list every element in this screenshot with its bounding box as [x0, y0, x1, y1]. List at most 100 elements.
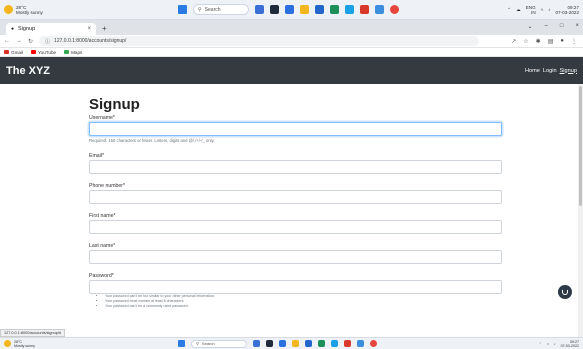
- folder-icon[interactable]: [300, 5, 309, 14]
- app-icon[interactable]: [318, 340, 325, 347]
- minimize-button[interactable]: –: [545, 23, 548, 30]
- close-tab-icon[interactable]: ×: [87, 26, 91, 32]
- password-help-item: Your password can't be a commonly used p…: [105, 304, 503, 309]
- last-name-group: Last name*: [89, 243, 503, 264]
- youtube-icon: [31, 50, 36, 54]
- app-icon[interactable]: [344, 340, 351, 347]
- bookmark-maps[interactable]: Maps: [64, 50, 82, 55]
- clock[interactable]: 09:27 07-03-2022: [561, 340, 579, 348]
- page-content: Signup Username* Required. 150 character…: [0, 84, 578, 337]
- weather-widget[interactable]: 28°C Mostly sunny: [4, 340, 76, 348]
- brand-logo[interactable]: The XYZ: [6, 65, 50, 77]
- reload-icon[interactable]: ↻: [28, 38, 33, 45]
- chevron-up-icon[interactable]: ⌃: [507, 7, 511, 13]
- taskbar-bottom: 28°C Mostly sunny ⚲ Search ⌃ ≈ ♪ 09:27 0…: [0, 337, 583, 349]
- lang-line2: IN: [531, 9, 536, 15]
- username-group: Username* Required. 150 characters or fe…: [89, 115, 503, 144]
- app-icon[interactable]: [345, 5, 354, 14]
- password-input[interactable]: [89, 280, 502, 294]
- username-input[interactable]: [89, 122, 502, 136]
- app-icon[interactable]: [331, 340, 338, 347]
- username-label: Username*: [89, 115, 115, 121]
- app-icon[interactable]: [266, 340, 273, 347]
- app-icon[interactable]: [255, 5, 264, 14]
- page-title: Signup: [89, 96, 140, 113]
- maps-icon: [64, 50, 70, 54]
- folder-icon[interactable]: [292, 340, 299, 347]
- profile-icon[interactable]: ●: [560, 38, 564, 45]
- chevron-down-icon[interactable]: ⌄: [527, 23, 532, 30]
- forward-icon[interactable]: →: [16, 38, 22, 44]
- password-help-list: Your password can't be too similar to yo…: [105, 294, 503, 309]
- browser-tab-bar: ● Signup × + ⌄ – □ ×: [0, 20, 583, 35]
- clock-date: 07-03-2022: [560, 343, 579, 348]
- clock[interactable]: 09:27 07-03-2022: [556, 5, 580, 15]
- taskbar-search[interactable]: ⚲ Search: [193, 4, 249, 15]
- bookmarks-bar: Gmail YouTube Maps: [0, 48, 583, 57]
- back-icon[interactable]: ←: [4, 38, 10, 44]
- language-indicator[interactable]: ENG IN: [526, 5, 536, 15]
- menu-icon[interactable]: ⋮: [571, 38, 577, 45]
- gmail-icon: [4, 50, 9, 54]
- last-name-label: Last name*: [89, 243, 116, 249]
- app-icon[interactable]: [285, 5, 294, 14]
- windows-start-icon[interactable]: [178, 5, 187, 14]
- app-icon[interactable]: [375, 5, 384, 14]
- last-name-input[interactable]: [89, 250, 502, 264]
- page-scrollbar[interactable]: [578, 84, 583, 337]
- speaker-icon[interactable]: ♪: [548, 7, 550, 12]
- app-icon[interactable]: [305, 340, 312, 347]
- browser-tab[interactable]: ● Signup ×: [6, 23, 96, 35]
- phone-input[interactable]: [89, 190, 502, 204]
- nav-login[interactable]: Login: [543, 68, 557, 74]
- sidebar-icon[interactable]: ▤: [548, 38, 554, 45]
- share-icon[interactable]: ↗: [511, 38, 516, 45]
- star-icon[interactable]: ☆: [523, 38, 528, 45]
- weather-widget[interactable]: 28°C Mostly sunny: [4, 5, 76, 15]
- nav-signup[interactable]: Signup: [560, 68, 577, 74]
- app-icon[interactable]: [315, 5, 324, 14]
- app-icon[interactable]: [279, 340, 286, 347]
- app-icon[interactable]: [270, 5, 279, 14]
- cloud-icon[interactable]: ☁: [516, 7, 521, 13]
- url-field[interactable]: ⓘ 127.0.0.1:8000/accounts/signup/: [39, 36, 480, 46]
- extensions-icon[interactable]: ✱: [536, 38, 541, 45]
- phone-group: Phone number*: [89, 183, 503, 204]
- lang-line1: ENG: [525, 4, 536, 10]
- info-icon[interactable]: ⓘ: [45, 38, 50, 45]
- close-window-button[interactable]: ×: [575, 23, 579, 30]
- chat-widget-button[interactable]: [558, 285, 572, 299]
- chevron-up-icon[interactable]: ⌃: [539, 342, 542, 346]
- new-tab-button[interactable]: +: [102, 24, 107, 33]
- bookmark-label: YouTube: [38, 49, 57, 55]
- speaker-icon[interactable]: ♪: [554, 342, 556, 346]
- email-input[interactable]: [89, 160, 502, 174]
- maximize-button[interactable]: □: [560, 23, 564, 30]
- app-icon[interactable]: [357, 340, 364, 347]
- sun-icon: [4, 340, 11, 347]
- tab-title: Signup: [18, 26, 36, 32]
- weather-desc: Mostly sunny: [14, 343, 35, 348]
- scrollbar-thumb[interactable]: [579, 86, 582, 206]
- url-text: 127.0.0.1:8000/accounts/signup/: [54, 38, 127, 44]
- nav-home[interactable]: Home: [525, 68, 540, 74]
- windows-start-icon[interactable]: [178, 340, 185, 347]
- first-name-input[interactable]: [89, 220, 502, 234]
- password-label: Password*: [89, 273, 114, 279]
- wifi-icon[interactable]: ≈: [541, 7, 544, 12]
- app-icon[interactable]: [360, 5, 369, 14]
- app-icon[interactable]: [253, 340, 260, 347]
- wifi-icon[interactable]: ≈: [547, 342, 549, 346]
- taskbar-search[interactable]: ⚲ Search: [191, 339, 247, 348]
- taskbar-search-label: Search: [201, 341, 215, 346]
- chrome-icon[interactable]: [390, 5, 399, 14]
- bookmark-gmail[interactable]: Gmail: [4, 50, 23, 55]
- address-bar-row: ← → ↻ ⓘ 127.0.0.1:8000/accounts/signup/ …: [0, 35, 583, 48]
- username-help: Required. 150 characters or fewer. Lette…: [89, 138, 215, 143]
- password-group: Password* Your password can't be too sim…: [89, 273, 503, 309]
- app-icon[interactable]: [330, 5, 339, 14]
- bookmark-youtube[interactable]: YouTube: [31, 50, 56, 55]
- chrome-icon[interactable]: [370, 340, 377, 347]
- search-icon: ⚲: [196, 341, 199, 346]
- signup-form: Signup Username* Required. 150 character…: [89, 84, 503, 318]
